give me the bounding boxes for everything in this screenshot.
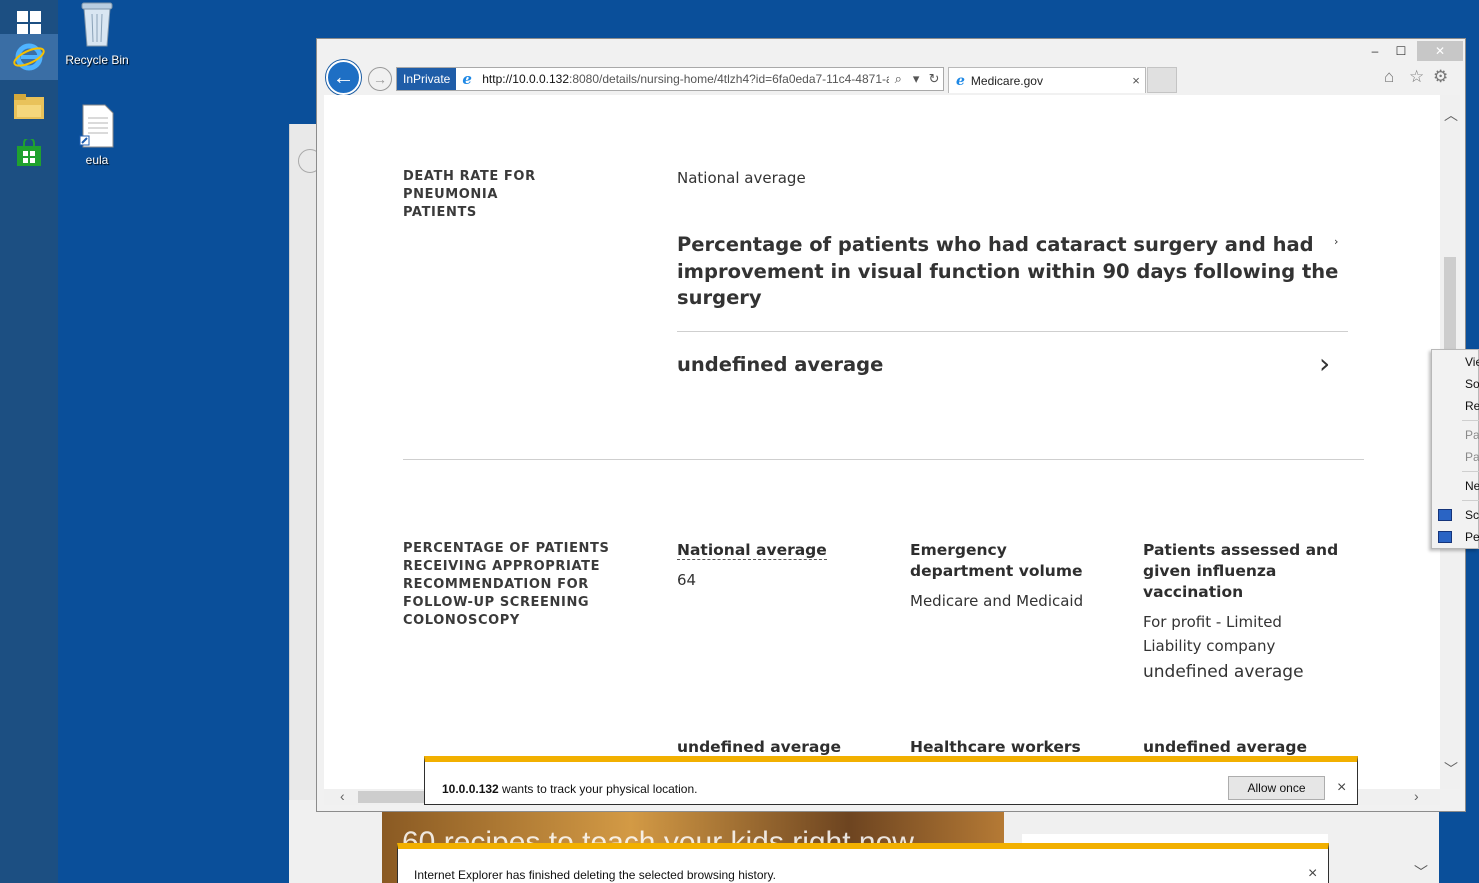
close-button[interactable]: ✕ bbox=[1417, 41, 1463, 61]
screen-edit-icon bbox=[1438, 531, 1452, 543]
desktop-icon-recycle-bin[interactable]: Recycle Bin bbox=[59, 0, 135, 67]
notification-close-icon[interactable]: × bbox=[1337, 779, 1346, 797]
menu-separator bbox=[1462, 471, 1479, 472]
taskbar bbox=[0, 0, 58, 883]
inprivate-badge: InPrivate bbox=[397, 68, 457, 90]
scroll-left-icon[interactable]: ‹ bbox=[340, 788, 345, 804]
notification-text: wants to track your physical location. bbox=[498, 782, 698, 796]
chevron-right-small-icon: › bbox=[1334, 235, 1339, 248]
context-menu-item[interactable]: Re bbox=[1465, 399, 1479, 413]
scroll-up-icon[interactable]: ︿ bbox=[1444, 105, 1458, 125]
chevron-right-icon[interactable]: › bbox=[1319, 347, 1330, 380]
desktop-icon-label: eula bbox=[85, 153, 109, 167]
notification-host: 10.0.0.132 bbox=[442, 782, 499, 796]
context-menu-item[interactable]: So bbox=[1465, 377, 1479, 391]
column-value-influenza: For profit - Limited Liability company bbox=[1143, 613, 1282, 655]
text-document-icon bbox=[79, 104, 114, 148]
scroll-right-icon[interactable]: › bbox=[1414, 788, 1419, 804]
windows-logo-icon bbox=[17, 11, 41, 35]
desktop-icon-label: Recycle Bin bbox=[65, 53, 129, 67]
search-icon[interactable]: ⌕ bbox=[889, 71, 907, 87]
menu-separator bbox=[1462, 420, 1479, 421]
back-button[interactable]: ← bbox=[326, 60, 361, 95]
geolocation-message: 10.0.0.132 wants to track your physical … bbox=[442, 782, 697, 796]
folder-icon bbox=[14, 94, 44, 119]
notification-close-icon[interactable]: × bbox=[1308, 865, 1317, 883]
background-scroll-down-icon[interactable]: ﹀ bbox=[1414, 862, 1428, 882]
maximize-button[interactable]: ☐ bbox=[1389, 41, 1413, 61]
favorites-star-icon[interactable]: ☆ bbox=[1409, 67, 1424, 87]
taskbar-file-explorer[interactable] bbox=[0, 84, 58, 130]
context-menu-item[interactable]: Pe bbox=[1465, 530, 1479, 544]
background-window-edge bbox=[289, 124, 322, 883]
column-head-influenza: Patients assessed and given influenza va… bbox=[1143, 541, 1339, 601]
column-value-emergency-volume: Medicare and Medicaid bbox=[910, 592, 1084, 610]
history-deleted-notification-bar: Internet Explorer has finished deleting … bbox=[397, 843, 1329, 883]
new-tab-button[interactable] bbox=[1147, 67, 1177, 93]
tools-gear-icon[interactable]: ⚙ bbox=[1433, 67, 1448, 87]
internet-explorer-icon bbox=[13, 43, 45, 71]
context-menu: Vie So Re Pa Pa Ne Scr Pe bbox=[1431, 349, 1479, 549]
context-menu-item[interactable]: Vie bbox=[1465, 355, 1479, 369]
history-message: Internet Explorer has finished deleting … bbox=[414, 868, 776, 882]
bottom-row-item: undefined average bbox=[1143, 738, 1307, 756]
tab-ie-icon: e bbox=[956, 72, 965, 89]
context-menu-item-disabled: Pa bbox=[1465, 428, 1479, 442]
divider bbox=[677, 331, 1348, 332]
browser-tab[interactable]: e Medicare.gov × bbox=[948, 67, 1146, 93]
minimize-button[interactable]: – bbox=[1363, 41, 1387, 61]
forward-button[interactable]: → bbox=[368, 67, 392, 91]
allow-once-button[interactable]: Allow once bbox=[1228, 776, 1325, 800]
menu-separator bbox=[1462, 500, 1479, 501]
forward-arrow-icon: → bbox=[373, 71, 387, 87]
site-ie-icon: e bbox=[462, 70, 472, 88]
taskbar-internet-explorer[interactable] bbox=[0, 34, 58, 80]
geolocation-notification-bar: 10.0.0.132 wants to track your physical … bbox=[424, 756, 1358, 805]
section-divider bbox=[403, 459, 1364, 460]
context-menu-item-disabled: Pa bbox=[1465, 450, 1479, 464]
bottom-row-item: Healthcare workers bbox=[910, 738, 1081, 756]
column-head-emergency-volume: Emergency department volume bbox=[910, 541, 1083, 580]
context-menu-item[interactable]: Scr bbox=[1465, 508, 1479, 522]
column-head-national-average[interactable]: National average bbox=[677, 540, 827, 561]
tab-title: Medicare.gov bbox=[970, 73, 1043, 88]
column-extra-influenza: undefined average bbox=[1143, 662, 1304, 682]
page-viewport: DEATH RATE FOR PNEUMONIA PATIENTS Nation… bbox=[324, 95, 1440, 789]
column-value-national-average: 64 bbox=[677, 571, 697, 589]
refresh-icon[interactable]: ↻ bbox=[925, 71, 943, 87]
measure-heading: Percentage of patients who had cataract … bbox=[677, 233, 1339, 309]
context-menu-item[interactable]: Ne bbox=[1465, 479, 1479, 493]
recycle-bin-icon bbox=[81, 2, 113, 47]
undefined-average-link[interactable]: undefined average bbox=[677, 352, 883, 379]
url-text[interactable]: http://10.0.0.132:8080/details/nursing-h… bbox=[482, 72, 889, 86]
horizontal-scroll-thumb[interactable] bbox=[358, 791, 428, 803]
section-label-colonoscopy: PERCENTAGE OF PATIENTS RECEIVING APPROPR… bbox=[403, 541, 610, 628]
vertical-scroll-thumb[interactable] bbox=[1444, 257, 1456, 353]
screen-icon bbox=[1438, 509, 1452, 521]
scroll-down-icon[interactable]: ﹀ bbox=[1444, 759, 1458, 779]
address-bar[interactable]: InPrivate e http://10.0.0.132:8080/detai… bbox=[396, 67, 944, 91]
desktop-icon-eula[interactable]: eula bbox=[59, 104, 135, 167]
column-head-text: National average bbox=[677, 541, 827, 560]
internet-explorer-window: – ☐ ✕ ← → InPrivate e http://10.0.0.132:… bbox=[316, 38, 1466, 812]
url-host: http://10.0.0.132 bbox=[482, 72, 569, 86]
section-label-death-rate: DEATH RATE FOR PNEUMONIA PATIENTS bbox=[403, 169, 536, 220]
taskbar-store[interactable] bbox=[0, 130, 58, 176]
dropdown-chevron-icon[interactable]: ▾ bbox=[907, 71, 925, 87]
store-bag-icon bbox=[17, 139, 41, 166]
tab-close-icon[interactable]: × bbox=[1127, 73, 1145, 88]
back-arrow-icon: ← bbox=[332, 64, 355, 89]
national-average-label: National average bbox=[677, 169, 806, 187]
url-path: :8080/details/nursing-home/4tlzh4?id=6fa… bbox=[569, 72, 890, 86]
browser-titlebar: – ☐ ✕ ← → InPrivate e http://10.0.0.132:… bbox=[317, 39, 1465, 95]
home-icon[interactable]: ⌂ bbox=[1384, 67, 1394, 87]
bottom-row-item: undefined average bbox=[677, 738, 841, 756]
